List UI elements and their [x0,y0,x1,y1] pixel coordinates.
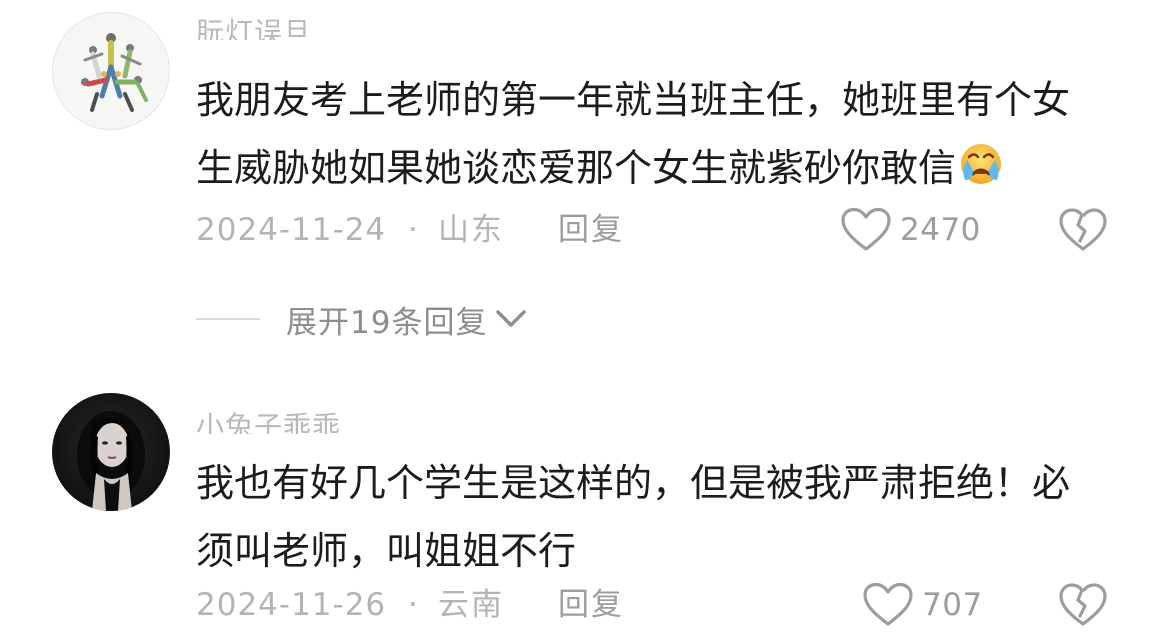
comment-date: 2024-11-24 [196,212,387,248]
dislike-button[interactable] [1058,207,1108,253]
meta-separator: · [408,587,418,623]
heart-outline-icon [863,582,913,626]
comment-line: 须叫老师，叫姐姐不行 [196,529,577,573]
chevron-down-icon [496,310,527,327]
crying-face-icon [958,140,1004,186]
comment-location: 山东 [438,212,504,248]
broken-heart-icon [1059,583,1107,626]
expand-replies-row: 展开19条回复 [196,296,529,342]
comment-location: 云南 [438,587,504,623]
comment-line: 我朋友考上老师的第一年就当班主任，她班里有个女 [196,78,1071,122]
comment-item: 朊灯误旦 我朋友考上老师的第一年就当班主任，她班里有个女 生威胁她如果她谈恋爱那… [0,0,1170,260]
broken-heart-icon [1059,208,1107,251]
like-button[interactable]: 2470 [840,205,981,255]
expand-replies-button[interactable]: 展开19条回复 [286,297,529,342]
expand-replies-label: 展开19条回复 [286,304,488,341]
comment-text: 我也有好几个学生是这样的，但是被我严肃拒绝！必 须叫老师，叫姐姐不行 [196,449,1116,585]
avatar-illustration [77,411,145,511]
heart-outline-icon [841,207,891,251]
username[interactable]: 小兔子乖乖 [196,410,341,434]
like-count: 707 [922,587,983,623]
avatar-illustration [81,33,148,112]
divider-line [196,318,260,320]
reply-button[interactable]: 回复 [558,205,624,255]
avatar[interactable] [52,393,170,511]
comment-meta: 2024-11-24 · 山东 回复 2470 [196,205,1170,255]
comment-meta: 2024-11-26 · 云南 回复 707 [196,580,1170,630]
avatar[interactable] [52,12,170,130]
comment-line: 我也有好几个学生是这样的，但是被我严肃拒绝！必 [196,461,1071,505]
like-count: 2470 [900,212,981,248]
dislike-button[interactable] [1058,582,1108,628]
comment-line: 生威胁她如果她谈恋爱那个女生就紫砂你敢信 [196,146,957,190]
reply-button[interactable]: 回复 [558,580,624,630]
username[interactable]: 朊灯误旦 [196,16,312,40]
comment-text: 我朋友考上老师的第一年就当班主任，她班里有个女 生威胁她如果她谈恋爱那个女生就紫… [196,66,1116,202]
comment-date: 2024-11-26 [196,587,387,623]
meta-separator: · [408,212,418,248]
like-button[interactable]: 707 [862,580,983,630]
comment-item: 小兔子乖乖 我也有好几个学生是这样的，但是被我严肃拒绝！必 须叫老师，叫姐姐不行… [0,380,1170,629]
